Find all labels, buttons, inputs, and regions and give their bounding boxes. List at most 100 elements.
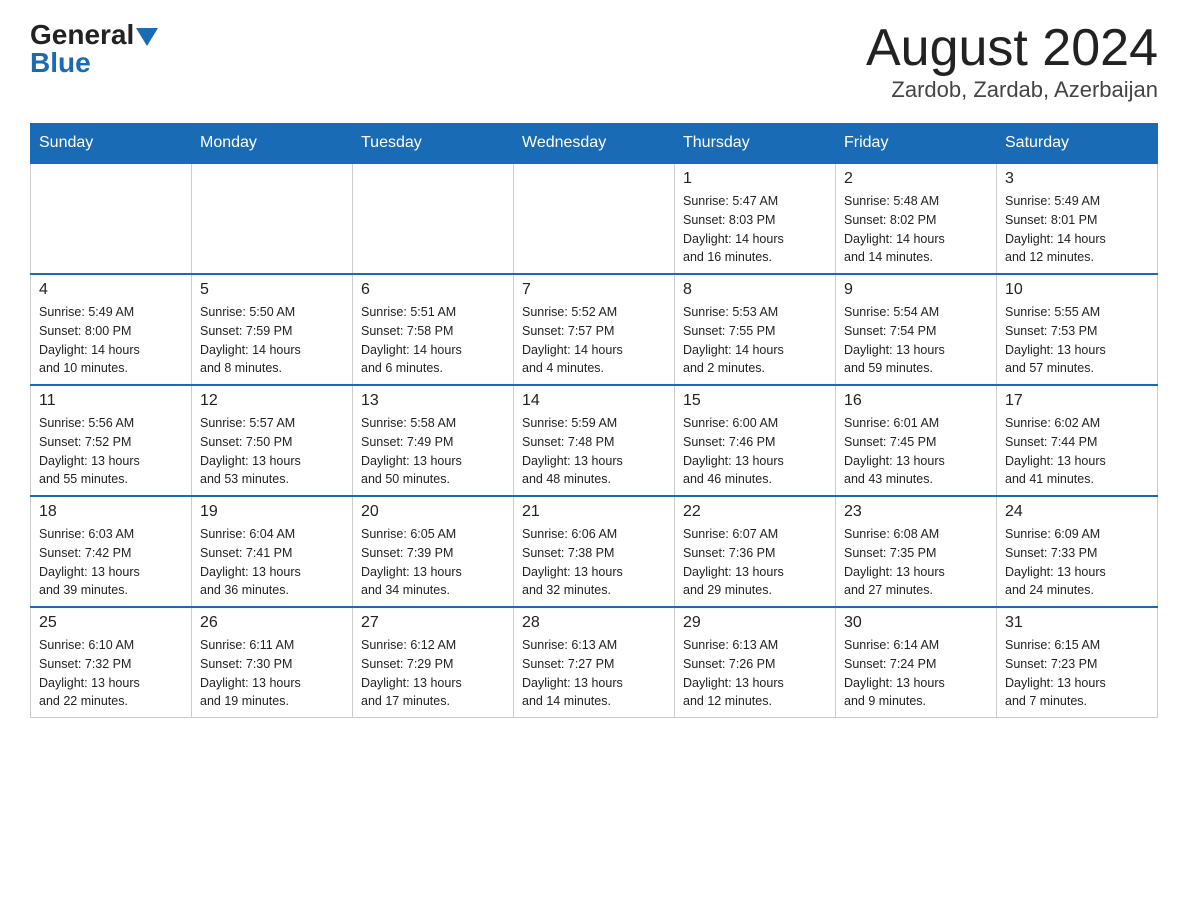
day-number: 20: [361, 503, 505, 521]
calendar-day-5: 5 Sunrise: 5:50 AMSunset: 7:59 PMDaylight…: [192, 274, 353, 385]
page-header: General Blue August 2024 Zardob, Zardab,…: [30, 20, 1158, 103]
calendar-day-27: 27 Sunrise: 6:12 AMSunset: 7:29 PMDayligh…: [353, 607, 514, 718]
calendar-day-28: 28 Sunrise: 6:13 AMSunset: 7:27 PMDayligh…: [514, 607, 675, 718]
calendar-day-9: 9Sunrise: 5:54 AMSunset: 7:54 PMDaylight…: [836, 274, 997, 385]
day-info: Sunrise: 6:02 AMSunset: 7:44 PMDaylight:…: [1005, 414, 1149, 489]
calendar-day-21: 21Sunrise: 6:06 AMSunset: 7:38 PMDayligh…: [514, 496, 675, 607]
calendar-week-row: 11Sunrise: 5:56 AMSunset: 7:52 PMDayligh…: [31, 385, 1158, 496]
calendar-week-row: 1 Sunrise: 5:47 AMSunset: 8:03 PMDaylight…: [31, 163, 1158, 274]
calendar-header-row: SundayMondayTuesdayWednesdayThursdayFrid…: [31, 124, 1158, 164]
calendar-day-3: 3 Sunrise: 5:49 AMSunset: 8:01 PMDaylight…: [997, 163, 1158, 274]
calendar-week-row: 25 Sunrise: 6:10 AMSunset: 7:32 PMDayligh…: [31, 607, 1158, 718]
day-number: 24: [1005, 503, 1149, 521]
page-title: August 2024: [866, 20, 1158, 77]
day-info: Sunrise: 5:49 AMSunset: 8:01 PMDaylight:…: [1005, 192, 1149, 267]
day-number: 3: [1005, 170, 1149, 188]
calendar-day-11: 11Sunrise: 5:56 AMSunset: 7:52 PMDayligh…: [31, 385, 192, 496]
day-number: 6: [361, 281, 505, 299]
day-number: 12: [200, 392, 344, 410]
calendar-day-8: 8 Sunrise: 5:53 AMSunset: 7:55 PMDaylight…: [675, 274, 836, 385]
calendar-day-header-tuesday: Tuesday: [353, 124, 514, 164]
calendar-day-19: 19 Sunrise: 6:04 AMSunset: 7:41 PMDayligh…: [192, 496, 353, 607]
calendar-day-22: 22 Sunrise: 6:07 AMSunset: 7:36 PMDayligh…: [675, 496, 836, 607]
day-info: Sunrise: 5:50 AMSunset: 7:59 PMDaylight:…: [200, 303, 344, 378]
day-number: 17: [1005, 392, 1149, 410]
calendar-day-header-sunday: Sunday: [31, 124, 192, 164]
calendar-day-25: 25 Sunrise: 6:10 AMSunset: 7:32 PMDayligh…: [31, 607, 192, 718]
day-info: Sunrise: 6:13 AMSunset: 7:27 PMDaylight:…: [522, 636, 666, 711]
day-info: Sunrise: 6:08 AMSunset: 7:35 PMDaylight:…: [844, 525, 988, 600]
calendar-day-30: 30 Sunrise: 6:14 AMSunset: 7:24 PMDayligh…: [836, 607, 997, 718]
day-info: Sunrise: 5:52 AMSunset: 7:57 PMDaylight:…: [522, 303, 666, 378]
calendar-empty-cell: [31, 163, 192, 274]
day-number: 1: [683, 170, 827, 188]
day-number: 30: [844, 614, 988, 632]
calendar-day-23: 23 Sunrise: 6:08 AMSunset: 7:35 PMDayligh…: [836, 496, 997, 607]
calendar-day-4: 4Sunrise: 5:49 AMSunset: 8:00 PMDaylight…: [31, 274, 192, 385]
day-number: 15: [683, 392, 827, 410]
calendar-day-29: 29Sunrise: 6:13 AMSunset: 7:26 PMDayligh…: [675, 607, 836, 718]
day-info: Sunrise: 5:51 AMSunset: 7:58 PMDaylight:…: [361, 303, 505, 378]
day-info: Sunrise: 6:05 AMSunset: 7:39 PMDaylight:…: [361, 525, 505, 600]
day-number: 19: [200, 503, 344, 521]
day-info: Sunrise: 6:09 AMSunset: 7:33 PMDaylight:…: [1005, 525, 1149, 600]
calendar-day-17: 17 Sunrise: 6:02 AMSunset: 7:44 PMDayligh…: [997, 385, 1158, 496]
calendar-table: SundayMondayTuesdayWednesdayThursdayFrid…: [30, 123, 1158, 718]
day-info: Sunrise: 6:11 AMSunset: 7:30 PMDaylight:…: [200, 636, 344, 711]
day-info: Sunrise: 5:55 AMSunset: 7:53 PMDaylight:…: [1005, 303, 1149, 378]
day-info: Sunrise: 5:53 AMSunset: 7:55 PMDaylight:…: [683, 303, 827, 378]
calendar-day-31: 31 Sunrise: 6:15 AMSunset: 7:23 PMDayligh…: [997, 607, 1158, 718]
calendar-day-10: 10 Sunrise: 5:55 AMSunset: 7:53 PMDayligh…: [997, 274, 1158, 385]
day-info: Sunrise: 6:04 AMSunset: 7:41 PMDaylight:…: [200, 525, 344, 600]
calendar-day-header-monday: Monday: [192, 124, 353, 164]
logo-blue: Blue: [30, 47, 91, 79]
day-number: 25: [39, 614, 183, 632]
day-info: Sunrise: 5:47 AMSunset: 8:03 PMDaylight:…: [683, 192, 827, 267]
day-info: Sunrise: 6:15 AMSunset: 7:23 PMDaylight:…: [1005, 636, 1149, 711]
calendar-empty-cell: [514, 163, 675, 274]
day-number: 28: [522, 614, 666, 632]
day-number: 21: [522, 503, 666, 521]
calendar-day-14: 14 Sunrise: 5:59 AMSunset: 7:48 PMDayligh…: [514, 385, 675, 496]
day-number: 27: [361, 614, 505, 632]
day-info: Sunrise: 6:01 AMSunset: 7:45 PMDaylight:…: [844, 414, 988, 489]
calendar-day-header-thursday: Thursday: [675, 124, 836, 164]
calendar-day-header-friday: Friday: [836, 124, 997, 164]
calendar-day-16: 16 Sunrise: 6:01 AMSunset: 7:45 PMDayligh…: [836, 385, 997, 496]
day-info: Sunrise: 6:13 AMSunset: 7:26 PMDaylight:…: [683, 636, 827, 711]
calendar-day-1: 1 Sunrise: 5:47 AMSunset: 8:03 PMDaylight…: [675, 163, 836, 274]
day-number: 10: [1005, 281, 1149, 299]
calendar-day-26: 26Sunrise: 6:11 AMSunset: 7:30 PMDayligh…: [192, 607, 353, 718]
day-number: 13: [361, 392, 505, 410]
calendar-day-20: 20 Sunrise: 6:05 AMSunset: 7:39 PMDayligh…: [353, 496, 514, 607]
day-number: 16: [844, 392, 988, 410]
day-number: 22: [683, 503, 827, 521]
day-info: Sunrise: 5:58 AMSunset: 7:49 PMDaylight:…: [361, 414, 505, 489]
day-info: Sunrise: 6:14 AMSunset: 7:24 PMDaylight:…: [844, 636, 988, 711]
calendar-day-header-wednesday: Wednesday: [514, 124, 675, 164]
day-number: 18: [39, 503, 183, 521]
day-info: Sunrise: 5:57 AMSunset: 7:50 PMDaylight:…: [200, 414, 344, 489]
calendar-day-6: 6 Sunrise: 5:51 AMSunset: 7:58 PMDaylight…: [353, 274, 514, 385]
day-info: Sunrise: 5:56 AMSunset: 7:52 PMDaylight:…: [39, 414, 183, 489]
day-info: Sunrise: 5:49 AMSunset: 8:00 PMDaylight:…: [39, 303, 183, 378]
calendar-day-18: 18 Sunrise: 6:03 AMSunset: 7:42 PMDayligh…: [31, 496, 192, 607]
day-number: 14: [522, 392, 666, 410]
calendar-empty-cell: [192, 163, 353, 274]
calendar-week-row: 4Sunrise: 5:49 AMSunset: 8:00 PMDaylight…: [31, 274, 1158, 385]
day-info: Sunrise: 6:12 AMSunset: 7:29 PMDaylight:…: [361, 636, 505, 711]
calendar-day-2: 2Sunrise: 5:48 AMSunset: 8:02 PMDaylight…: [836, 163, 997, 274]
day-number: 8: [683, 281, 827, 299]
logo: General Blue: [30, 20, 158, 79]
day-number: 2: [844, 170, 988, 188]
day-info: Sunrise: 6:03 AMSunset: 7:42 PMDaylight:…: [39, 525, 183, 600]
day-info: Sunrise: 6:10 AMSunset: 7:32 PMDaylight:…: [39, 636, 183, 711]
day-info: Sunrise: 6:07 AMSunset: 7:36 PMDaylight:…: [683, 525, 827, 600]
calendar-day-13: 13 Sunrise: 5:58 AMSunset: 7:49 PMDayligh…: [353, 385, 514, 496]
day-info: Sunrise: 5:59 AMSunset: 7:48 PMDaylight:…: [522, 414, 666, 489]
day-info: Sunrise: 5:54 AMSunset: 7:54 PMDaylight:…: [844, 303, 988, 378]
day-number: 31: [1005, 614, 1149, 632]
day-info: Sunrise: 6:00 AMSunset: 7:46 PMDaylight:…: [683, 414, 827, 489]
day-number: 5: [200, 281, 344, 299]
day-number: 23: [844, 503, 988, 521]
